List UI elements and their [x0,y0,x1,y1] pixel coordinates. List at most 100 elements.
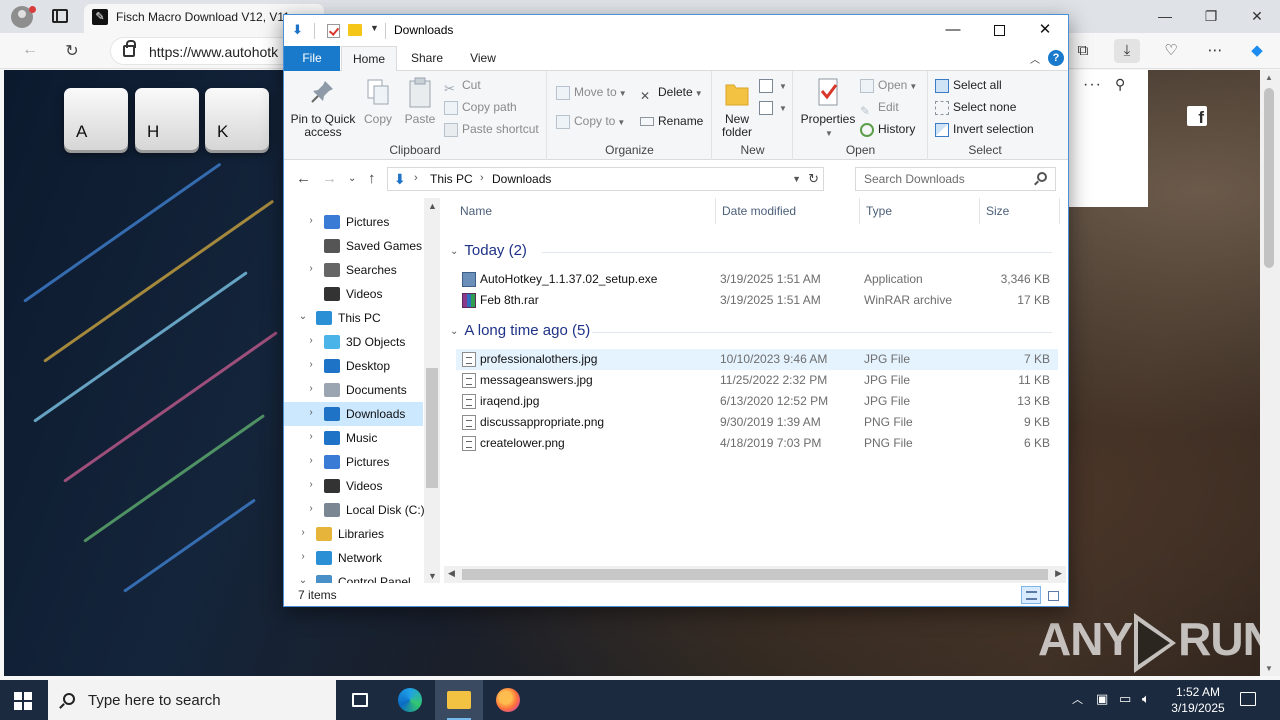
network-icon[interactable]: ▭ [1119,691,1131,707]
file-row[interactable]: AutoHotkey_1.1.37.02_setup.exe 3/19/2025 … [456,269,1058,290]
expand-chevron-icon[interactable]: › [306,335,316,346]
delete-button[interactable]: ✕ Delete ▼ [640,82,703,103]
invert-selection-button[interactable]: Invert selection [935,119,1034,139]
forward-button[interactable]: → [322,170,337,187]
nav-item[interactable]: › Pictures [284,450,423,474]
select-none-button[interactable]: Select none [935,97,1016,117]
show-hidden-icons-icon[interactable]: ︿ [1072,691,1083,707]
breadcrumb-downloads[interactable]: Downloads [492,172,551,186]
tab-view[interactable]: View [460,46,506,71]
expand-chevron-icon[interactable]: › [306,215,316,226]
notifications-icon[interactable] [1240,692,1256,706]
back-icon[interactable]: ← [18,41,42,59]
properties-button[interactable]: Properties ▼ [800,77,856,140]
downloads-icon[interactable]: ⤓ [1114,39,1140,63]
volume-icon[interactable]: 🔈︎ [1142,691,1150,707]
nav-item[interactable]: Saved Games [284,234,423,258]
nav-item[interactable]: › Local Disk (C:) [284,498,425,522]
clock[interactable]: 1:52 AM 3/19/2025 [1162,684,1234,716]
properties-quick-icon[interactable] [327,24,340,38]
taskbar-file-explorer[interactable] [435,680,483,720]
copy-path-button[interactable]: Copy path [444,97,517,117]
nav-item[interactable]: › Network [284,546,423,570]
scroll-up-icon[interactable]: ▲ [428,201,437,211]
pin-icon[interactable]: ⚲ [1115,76,1125,93]
group-collapse-icon[interactable]: ⌄ [450,246,458,257]
copy-to-button[interactable]: Copy to ▼ [556,111,625,131]
nav-item[interactable]: › Music [284,426,423,450]
nav-item[interactable]: › Pictures [284,210,423,234]
collapse-ribbon-icon[interactable]: ︿ [1030,51,1040,66]
column-type[interactable]: Type [860,198,980,224]
browser-essentials-icon[interactable]: ♡ [1158,39,1184,63]
minimize-button[interactable]: — [930,15,976,46]
expand-chevron-icon[interactable]: › [306,503,316,514]
address-dropdown-icon[interactable]: ▼ [792,174,801,184]
nav-item[interactable]: › Libraries [284,522,423,546]
column-date-modified[interactable]: Date modified [716,198,860,224]
customize-toolbar-icon[interactable]: ▼ [370,23,379,33]
column-size[interactable]: Size [980,198,1060,224]
expand-chevron-icon[interactable]: › [306,455,316,466]
scroll-down-icon[interactable]: ▼ [1265,664,1273,673]
scroll-up-icon[interactable]: ▲ [1265,73,1273,82]
paste-shortcut-button[interactable]: Paste shortcut [444,119,539,139]
tab-file[interactable]: File [284,46,340,71]
column-name[interactable]: Name [454,198,716,224]
collapse-chevron-icon[interactable]: ⌄ [298,311,308,322]
large-icons-view-button[interactable] [1043,586,1063,604]
start-button[interactable] [14,692,32,710]
settings-more-icon[interactable]: ⋯ [1202,39,1228,63]
taskbar-edge[interactable] [386,680,434,720]
history-button[interactable]: History [860,119,915,139]
tab-actions-icon[interactable] [52,9,68,23]
expand-chevron-icon[interactable]: › [298,527,308,538]
nav-item[interactable]: Videos [284,282,423,306]
copy-button[interactable]: Copy [360,77,396,126]
page-scrollbar[interactable]: ▲ ▼ [1260,70,1280,676]
taskbar-search[interactable]: Type here to search [48,680,336,720]
address-bar[interactable]: ⬇ › This PC › Downloads ▼ ↻ [387,167,824,191]
new-folder-button[interactable]: New folder [719,77,755,139]
search-box[interactable]: Search Downloads [855,167,1056,191]
file-row[interactable]: iraqend.jpg 6/13/2020 12:52 PM JPG File 13 … [456,391,1058,412]
nav-item[interactable]: › Videos [284,474,423,498]
group-collapse-icon[interactable]: ⌄ [450,326,458,337]
url-bar[interactable]: https://www.autohotk [110,37,310,65]
file-row[interactable]: createlower.png 4/18/2019 7:03 PM PNG File… [456,433,1058,454]
browser-minimize-button[interactable]: — [1150,8,1180,24]
nav-item[interactable]: › Documents [284,378,423,402]
details-view-button[interactable] [1021,586,1041,604]
scroll-thumb[interactable] [462,569,1048,580]
scroll-thumb[interactable] [426,368,438,488]
task-view-button[interactable] [336,680,384,720]
cut-button[interactable]: ✂ Cut [444,75,481,96]
move-to-button[interactable]: Move to ▼ [556,82,627,102]
facebook-icon[interactable]: f [1187,106,1207,127]
expand-chevron-icon[interactable]: › [306,263,316,274]
tab-home[interactable]: Home [341,46,397,72]
collections-icon[interactable]: ⧉ [1070,39,1096,63]
expand-chevron-icon[interactable]: › [306,359,316,370]
edit-button[interactable]: ✎ Edit [860,97,899,118]
expand-chevron-icon[interactable]: › [306,407,316,418]
scroll-down-icon[interactable]: ▼ [428,571,437,581]
horizontal-scrollbar[interactable]: ◀ ▶ [444,566,1066,583]
refresh-icon[interactable]: ↻ [60,41,84,61]
nav-scrollbar[interactable]: ▲ ▼ [424,198,440,583]
maximize-button[interactable] [976,15,1022,46]
easy-access-button[interactable]: ▼ [759,97,787,117]
close-button[interactable]: ✕ [1022,15,1068,46]
scroll-left-icon[interactable]: ◀ [448,568,455,579]
breadcrumb-this-pc[interactable]: This PC [430,172,473,186]
help-icon[interactable]: ? [1048,50,1064,66]
file-row[interactable]: discussappropriate.png 9/30/2019 1:39 AM P… [456,412,1058,433]
recent-locations-icon[interactable]: ⌄ [348,173,356,184]
pin-to-quick-access-button[interactable]: Pin to Quick access [290,77,356,139]
paste-button[interactable]: Paste [400,77,440,126]
group-header[interactable]: ⌄ Today (2) [450,242,527,259]
file-row[interactable]: professionalothers.jpg 10/10/2023 9:46 AM… [456,349,1058,370]
browser-close-button[interactable]: ✕ [1242,8,1272,25]
nav-item[interactable]: ⌄ This PC [284,306,423,330]
new-item-button[interactable]: ▼ [759,75,787,95]
